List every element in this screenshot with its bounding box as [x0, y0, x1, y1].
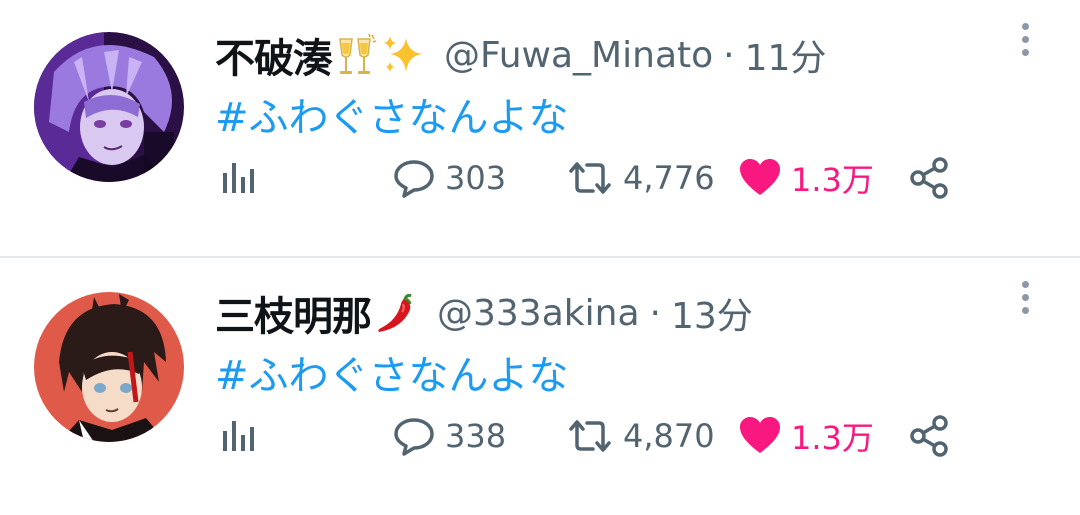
sparkles-icon: [380, 32, 426, 78]
share-button[interactable]: [907, 148, 953, 208]
avatar[interactable]: [34, 32, 184, 182]
avatar[interactable]: [34, 292, 184, 442]
hot-pepper-icon: [373, 290, 419, 336]
tweet-header: 不破湊 @Fuwa_Minato · 11分: [215, 22, 1080, 88]
reply-count: 338: [445, 417, 507, 455]
user-handle[interactable]: @Fuwa_Minato: [444, 35, 713, 76]
share-button[interactable]: [907, 406, 953, 466]
retweet-count: 4,870: [623, 417, 715, 455]
heart-icon: [740, 417, 780, 453]
tweet[interactable]: 不破湊 @Fuwa_Minato · 11分 #ふわぐさなんよな 303 4,7…: [0, 0, 1080, 256]
avatar-image: [34, 32, 184, 182]
avatar-image: [34, 292, 184, 442]
analytics-button[interactable]: [215, 406, 261, 466]
retweet-icon: [569, 162, 611, 194]
like-count: 1.3万: [791, 161, 874, 199]
retweet-button[interactable]: 4,776: [565, 148, 715, 208]
analytics-icon: [223, 421, 254, 451]
tweet-actions: 338 4,870 1.3万: [215, 406, 975, 466]
display-name[interactable]: 不破湊: [215, 26, 333, 84]
clinking-glasses-icon: [334, 33, 378, 77]
analytics-icon: [223, 163, 254, 193]
share-icon: [910, 157, 948, 199]
user-handle[interactable]: @333akina: [437, 293, 640, 334]
separator-dot: ·: [723, 34, 735, 76]
share-icon: [910, 415, 948, 457]
tweet-header: 三枝明那 @333akina · 13分: [215, 280, 1080, 346]
tweet-actions: 303 4,776 1.3万: [215, 148, 975, 208]
analytics-button[interactable]: [215, 148, 261, 208]
timestamp[interactable]: 13分: [671, 287, 753, 339]
more-options-icon[interactable]: [1010, 14, 1040, 64]
like-button[interactable]: 1.3万: [737, 148, 874, 208]
hashtag-link[interactable]: #ふわぐさなんよな: [215, 348, 1080, 404]
reply-button[interactable]: 303: [391, 148, 506, 208]
like-button[interactable]: 1.3万: [737, 406, 874, 466]
retweet-icon: [569, 420, 611, 452]
retweet-count: 4,776: [623, 159, 715, 197]
retweet-button[interactable]: 4,870: [565, 406, 715, 466]
like-count: 1.3万: [791, 419, 874, 457]
more-options-icon[interactable]: [1010, 272, 1040, 322]
hashtag-link[interactable]: #ふわぐさなんよな: [215, 90, 1080, 146]
tweet[interactable]: 三枝明那 @333akina · 13分 #ふわぐさなんよな 338 4,870…: [0, 256, 1080, 512]
reply-icon: [394, 418, 434, 456]
reply-count: 303: [445, 159, 507, 197]
reply-button[interactable]: 338: [391, 406, 506, 466]
timestamp[interactable]: 11分: [745, 29, 827, 81]
separator-dot: ·: [649, 292, 661, 334]
heart-icon: [740, 159, 780, 195]
reply-icon: [394, 160, 434, 198]
display-name[interactable]: 三枝明那: [215, 284, 372, 342]
